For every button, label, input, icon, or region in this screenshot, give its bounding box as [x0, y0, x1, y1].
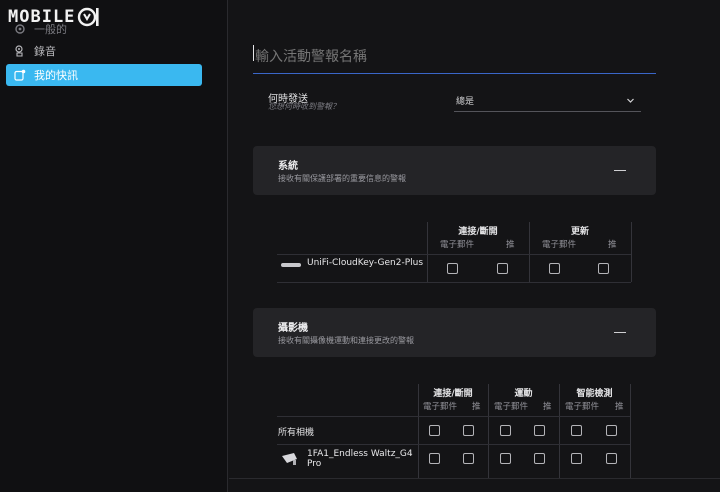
- checkbox-device-connect-email[interactable]: [429, 453, 440, 464]
- checkbox-connect-push[interactable]: [497, 263, 508, 274]
- column-header-push: 推: [506, 240, 515, 250]
- section-description: 接收有關保護部署的重要信息的警報: [278, 174, 406, 183]
- column-header-push: 推: [608, 240, 617, 250]
- main-content: 何時發送 您想何時收到警報？ 總是 系統 接收有關保護部署的重要信息的警報 連接…: [229, 0, 720, 492]
- checkbox-device-motion-email[interactable]: [500, 453, 511, 464]
- column-header-push: 推: [543, 402, 552, 412]
- section-title: 攝影機: [278, 323, 308, 334]
- checkbox-all-motion-push[interactable]: [534, 425, 545, 436]
- recording-icon: [14, 45, 26, 57]
- collapse-icon[interactable]: [614, 170, 626, 171]
- text-caret: [253, 45, 254, 61]
- sidebar-item-label: 錄音: [34, 45, 56, 58]
- group-header-update: 更新: [570, 227, 589, 237]
- row-divider: [277, 282, 631, 283]
- sidebar-item-label: 一般的: [34, 23, 67, 36]
- bottom-bar: [229, 478, 720, 492]
- row-divider: [277, 254, 631, 255]
- system-section-header[interactable]: 系統 接收有關保護部署的重要信息的警報: [253, 146, 656, 195]
- alert-name-input[interactable]: [253, 40, 656, 74]
- sidebar-item-recording[interactable]: 錄音: [6, 40, 202, 62]
- sidebar-item-label: 我的快訊: [34, 69, 78, 82]
- alert-icon: [14, 69, 26, 81]
- group-header-smart-detect: 智能檢測: [576, 389, 613, 399]
- section-description: 接收有關攝像機運動和連接更改的警報: [278, 336, 414, 345]
- checkbox-all-connect-push[interactable]: [463, 425, 474, 436]
- row-divider: [277, 444, 630, 445]
- checkbox-all-smart-push[interactable]: [606, 425, 617, 436]
- chevron-down-icon: [627, 98, 634, 103]
- column-header-email: 電子郵件: [494, 402, 529, 412]
- when-to-send-hint: 您想何時收到警報？: [268, 102, 340, 111]
- cloudkey-device-icon: [281, 263, 301, 267]
- divider: [631, 222, 632, 282]
- column-header-email: 電子郵件: [440, 240, 475, 250]
- column-header-email: 電子郵件: [542, 240, 577, 250]
- column-header-push: 推: [472, 402, 481, 412]
- checkbox-device-smart-email[interactable]: [571, 453, 582, 464]
- device-name: UniFi-CloudKey-Gen2-Plus: [307, 258, 424, 268]
- group-header-connect: 連接/斷開: [433, 389, 473, 399]
- camera-section-header[interactable]: 攝影機 接收有關攝像機運動和連接更改的警報: [253, 308, 656, 357]
- sidebar-item-general[interactable]: 一般的: [6, 18, 202, 40]
- checkbox-device-motion-push[interactable]: [534, 453, 545, 464]
- checkbox-all-motion-email[interactable]: [500, 425, 511, 436]
- select-value: 總是: [456, 97, 475, 107]
- group-header-motion: 運動: [514, 389, 533, 399]
- camera-device-icon: [282, 453, 297, 465]
- when-to-send-select[interactable]: 總是: [454, 90, 641, 112]
- checkbox-all-smart-email[interactable]: [571, 425, 582, 436]
- group-header-connect: 連接/斷開: [458, 227, 498, 237]
- checkbox-device-connect-push[interactable]: [463, 453, 474, 464]
- divider: [630, 384, 631, 478]
- column-header-email: 電子郵件: [423, 402, 458, 412]
- device-name: 1FA1_Endless Waltz_G4 Pro: [307, 449, 413, 469]
- sidebar: MOBILE 一般的 錄音 我的快訊: [0, 0, 228, 492]
- row-divider: [277, 416, 630, 417]
- all-cameras-label: 所有相機: [278, 428, 315, 438]
- gear-icon: [14, 23, 26, 35]
- checkbox-all-connect-email[interactable]: [429, 425, 440, 436]
- column-header-email: 電子郵件: [565, 402, 600, 412]
- collapse-icon[interactable]: [614, 332, 626, 333]
- sidebar-item-my-alerts[interactable]: 我的快訊: [6, 64, 202, 86]
- column-header-push: 推: [615, 402, 624, 412]
- checkbox-update-push[interactable]: [598, 263, 609, 274]
- section-title: 系統: [278, 161, 298, 172]
- checkbox-update-email[interactable]: [549, 263, 560, 274]
- checkbox-connect-email[interactable]: [447, 263, 458, 274]
- checkbox-device-smart-push[interactable]: [606, 453, 617, 464]
